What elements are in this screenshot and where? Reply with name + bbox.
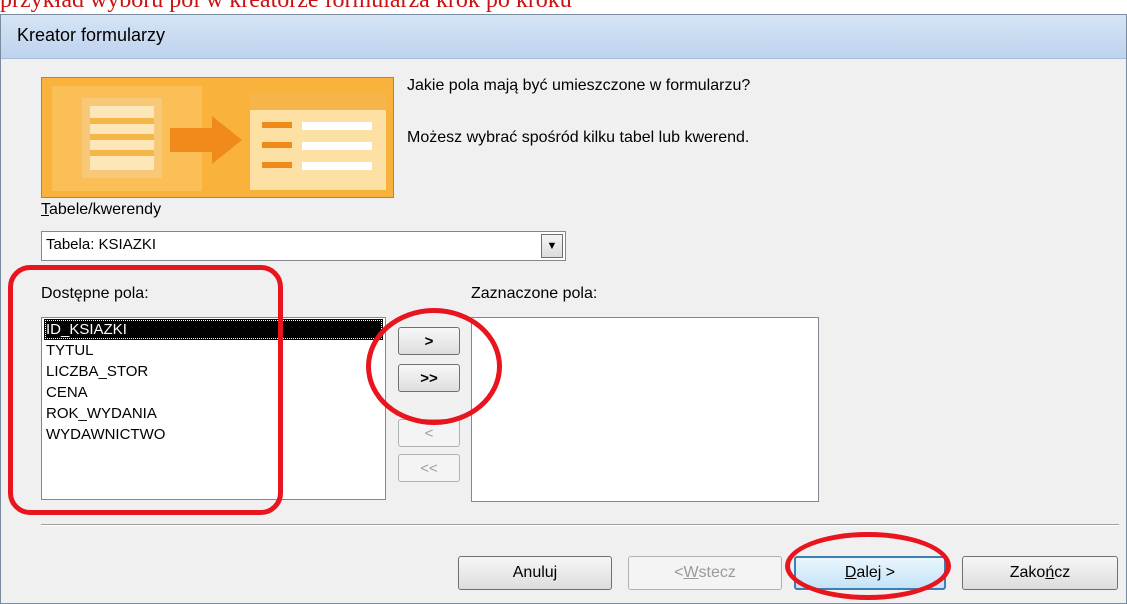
- list-item[interactable]: WYDAWNICTWO: [44, 424, 165, 445]
- next-button[interactable]: Dalej >: [794, 556, 946, 590]
- add-field-button[interactable]: >: [398, 327, 460, 355]
- back-button[interactable]: < Wstecz: [628, 556, 782, 590]
- cancel-button[interactable]: Anuluj: [458, 556, 612, 590]
- tables-combobox[interactable]: Tabela: KSIAZKI ▼: [41, 231, 566, 261]
- tables-combobox-value: Tabela: KSIAZKI: [46, 236, 157, 253]
- list-item[interactable]: TYTUL: [44, 340, 94, 361]
- page-caption: przykład wyboru pól w kreatorze formular…: [0, 0, 1127, 14]
- list-item[interactable]: CENA: [44, 382, 88, 403]
- available-fields-label: Dostępne pola:: [41, 285, 149, 302]
- list-item[interactable]: ID_KSIAZKI: [44, 319, 383, 340]
- remove-all-fields-button[interactable]: <<: [398, 454, 460, 482]
- tables-label: Tabele/kwerendy: [41, 201, 162, 218]
- list-item[interactable]: LICZBA_STOR: [44, 361, 148, 382]
- remove-field-button[interactable]: <: [398, 419, 460, 447]
- wizard-hint: Możesz wybrać spośród kilku tabel lub kw…: [407, 129, 750, 146]
- selected-fields-label: Zaznaczone pola:: [471, 285, 598, 302]
- chevron-down-icon[interactable]: ▼: [541, 234, 563, 258]
- wizard-graphic-icon: [42, 78, 393, 197]
- selected-fields-list[interactable]: [471, 317, 819, 502]
- footer-divider: [41, 524, 1119, 526]
- wizard-illustration: [41, 77, 394, 198]
- available-fields-list[interactable]: ID_KSIAZKI TYTUL LICZBA_STOR CENA ROK_WY…: [41, 317, 386, 500]
- list-item[interactable]: ROK_WYDANIA: [44, 403, 157, 424]
- wizard-question: Jakie pola mają być umieszczone w formul…: [407, 77, 751, 94]
- page-caption-text: przykład wyboru pól w kreatorze formular…: [0, 0, 572, 13]
- title-bar: Kreator formularzy: [1, 15, 1126, 59]
- form-wizard-dialog: Kreator formularzy Jakie pola mają być u…: [0, 14, 1127, 604]
- dialog-title: Kreator formularzy: [17, 25, 166, 45]
- add-all-fields-button[interactable]: >>: [398, 364, 460, 392]
- finish-button[interactable]: Zako ń cz: [962, 556, 1118, 590]
